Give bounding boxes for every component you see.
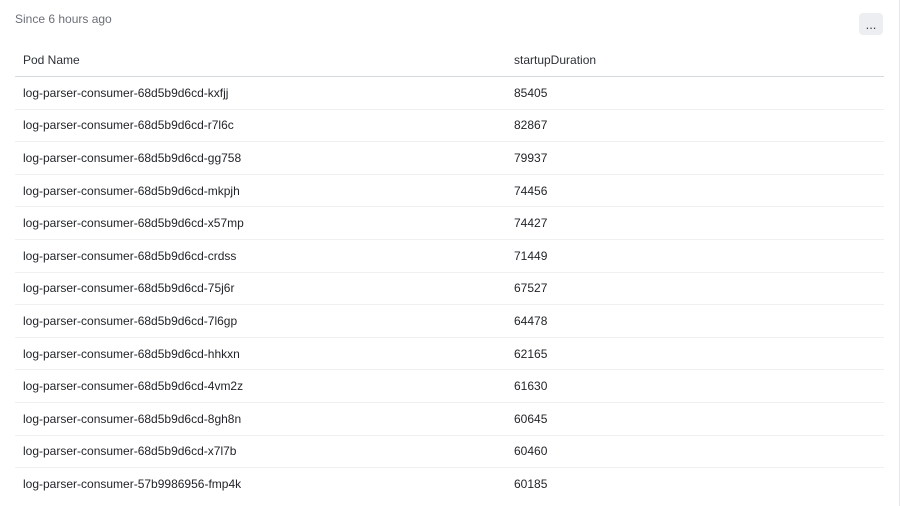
startup-duration-cell: 71449	[506, 239, 884, 273]
pod-name-cell: log-parser-consumer-68d5b9d6cd-x7l7b	[15, 435, 506, 469]
pod-name-cell: log-parser-consumer-68d5b9d6cd-hhkxn	[15, 337, 506, 371]
startup-duration-cell: 74456	[506, 174, 884, 208]
pod-name-cell: log-parser-consumer-68d5b9d6cd-r7l6c	[15, 109, 506, 143]
table-row: log-parser-consumer-68d5b9d6cd-75j6r 675…	[15, 272, 884, 306]
pod-name-cell: log-parser-consumer-68d5b9d6cd-75j6r	[15, 272, 506, 306]
startup-duration-cell: 67527	[506, 272, 884, 306]
startup-duration-cell: 60645	[506, 402, 884, 436]
column-header-pod-name[interactable]: Pod Name	[15, 44, 506, 77]
table-row: log-parser-consumer-68d5b9d6cd-mkpjh 744…	[15, 174, 884, 208]
table-row: log-parser-consumer-68d5b9d6cd-r7l6c 828…	[15, 109, 884, 143]
pod-name-cell: log-parser-consumer-68d5b9d6cd-4vm2z	[15, 369, 506, 403]
pod-name-cell: log-parser-consumer-68d5b9d6cd-crdss	[15, 239, 506, 273]
table-row: log-parser-consumer-68d5b9d6cd-crdss 714…	[15, 239, 884, 273]
table-row: log-parser-consumer-68d5b9d6cd-kxfjj 854…	[15, 76, 884, 110]
pod-name-cell: log-parser-consumer-68d5b9d6cd-mkpjh	[15, 174, 506, 208]
more-options-button[interactable]: ...	[859, 13, 883, 35]
table-row: log-parser-consumer-68d5b9d6cd-x57mp 744…	[15, 206, 884, 240]
table-row: log-parser-consumer-68d5b9d6cd-x7l7b 604…	[15, 435, 884, 469]
startup-duration-cell: 62165	[506, 337, 884, 371]
startup-duration-cell: 74427	[506, 206, 884, 240]
table-panel: Since 6 hours ago ... Pod Name startupDu…	[0, 0, 900, 506]
pods-table: Pod Name startupDuration log-parser-cons…	[15, 44, 884, 500]
startup-duration-cell: 60185	[514, 476, 548, 491]
pod-name-cell: log-parser-consumer-68d5b9d6cd-7l6gp	[15, 304, 506, 338]
startup-duration-cell: 85405	[506, 76, 884, 110]
pod-name-cell: log-parser-consumer-68d5b9d6cd-gg758	[15, 141, 506, 175]
table-row: log-parser-consumer-57b9986956-fmp4k 601…	[15, 468, 884, 500]
pod-name-cell: log-parser-consumer-68d5b9d6cd-kxfjj	[15, 76, 506, 110]
table-row: log-parser-consumer-68d5b9d6cd-gg758 799…	[15, 141, 884, 175]
startup-duration-cell: 60460	[506, 435, 884, 469]
column-header-startup-duration[interactable]: startupDuration	[506, 44, 884, 77]
table-row: log-parser-consumer-68d5b9d6cd-8gh8n 606…	[15, 402, 884, 436]
startup-duration-cell: 79937	[506, 141, 884, 175]
startup-duration-cell: 64478	[506, 304, 884, 338]
pod-name-cell: log-parser-consumer-68d5b9d6cd-8gh8n	[15, 402, 506, 436]
pod-name-cell: log-parser-consumer-57b9986956-fmp4k	[23, 476, 242, 491]
table-row: log-parser-consumer-68d5b9d6cd-hhkxn 621…	[15, 337, 884, 371]
pod-name-cell: log-parser-consumer-68d5b9d6cd-x57mp	[15, 206, 506, 240]
table-row: log-parser-consumer-68d5b9d6cd-4vm2z 616…	[15, 369, 884, 403]
table-row: log-parser-consumer-68d5b9d6cd-7l6gp 644…	[15, 304, 884, 338]
startup-duration-cell: 82867	[506, 109, 884, 143]
startup-duration-cell: 61630	[506, 369, 884, 403]
table-header-row: Pod Name startupDuration	[15, 44, 884, 77]
time-range-label: Since 6 hours ago	[15, 12, 112, 26]
